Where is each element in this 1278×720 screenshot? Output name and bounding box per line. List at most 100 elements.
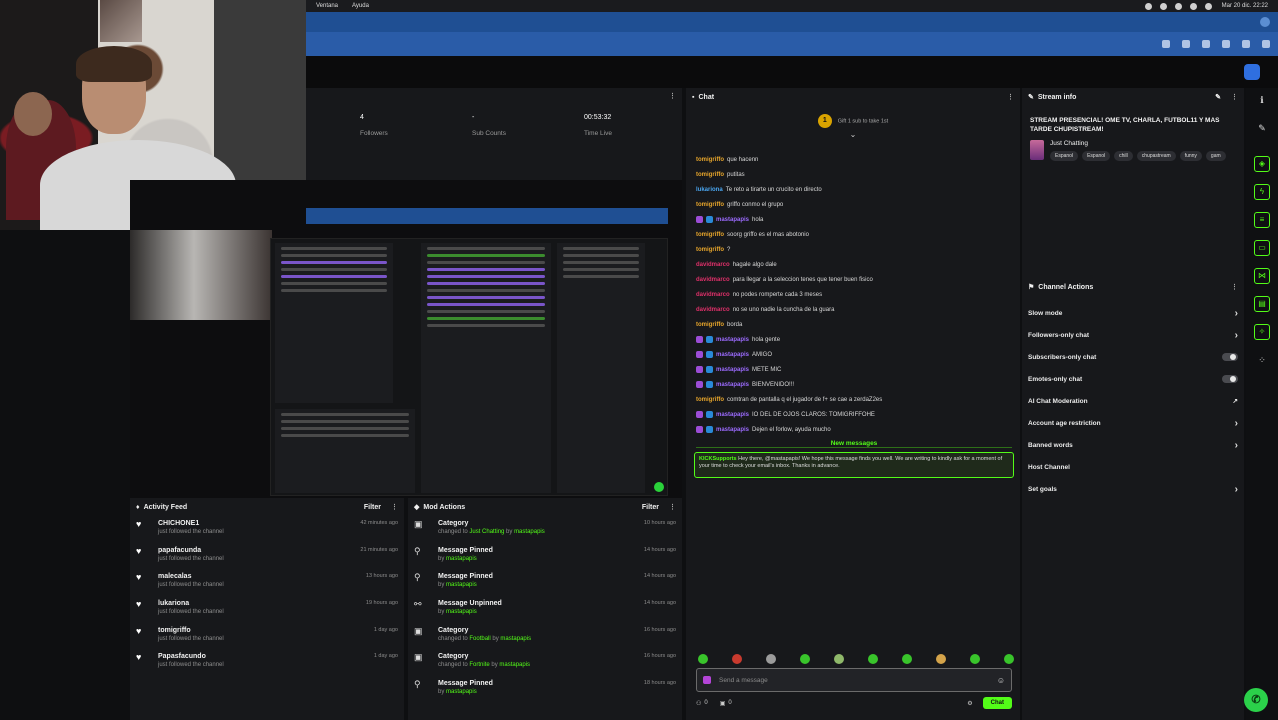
- chat-message[interactable]: mastapapis BIENVENIDO!!!: [696, 377, 1016, 392]
- chat-username[interactable]: davidmarco: [696, 307, 730, 313]
- chat-username[interactable]: mastapapis: [716, 412, 749, 418]
- extension-icon[interactable]: [1182, 40, 1190, 48]
- chat-message[interactable]: davidmarco para llegar a la seleccion ten…: [696, 272, 1016, 287]
- chat-username[interactable]: mastapapis: [716, 367, 749, 373]
- chat-message[interactable]: tomigriffo griffo conmo el grupo: [696, 197, 1016, 212]
- menu-ventana[interactable]: Ventana: [316, 3, 338, 9]
- mod-action-user[interactable]: mastapapis: [446, 582, 477, 588]
- chat-message[interactable]: tomigriffo borda: [696, 317, 1016, 332]
- channel-action-item[interactable]: Emotes-only chat: [1022, 368, 1244, 390]
- chat-username[interactable]: tomigriffo: [696, 202, 724, 208]
- channel-action-item[interactable]: Subscribers-only chat: [1022, 346, 1244, 368]
- chat-username[interactable]: tomigriffo: [696, 157, 724, 163]
- mod-action-target[interactable]: Football: [469, 636, 490, 642]
- emote-icon[interactable]: [800, 654, 810, 664]
- chat-username[interactable]: mastapapis: [716, 217, 749, 223]
- stream-tag[interactable]: gam: [1205, 151, 1226, 161]
- stream-tag[interactable]: chupastream: [1136, 151, 1176, 161]
- follower-name[interactable]: lukariona: [158, 600, 366, 607]
- more-options-icon[interactable]: ⋮: [669, 503, 676, 511]
- channel-action-item[interactable]: Slow mode ›: [1022, 302, 1244, 324]
- emote-icon[interactable]: [902, 654, 912, 664]
- stream-preview[interactable]: [130, 180, 682, 498]
- emote-icon[interactable]: [732, 654, 742, 664]
- toggle-switch[interactable]: [1222, 375, 1238, 383]
- chart-icon[interactable]: ↗: [1233, 397, 1238, 405]
- more-options-icon[interactable]: ⋮: [391, 503, 398, 511]
- stream-tag[interactable]: funny: [1179, 151, 1202, 161]
- chat-username[interactable]: mastapapis: [716, 382, 749, 388]
- chat-username[interactable]: davidmarco: [696, 277, 730, 283]
- browser-address-bar[interactable]: [306, 32, 1278, 56]
- new-messages-divider[interactable]: New messages: [696, 440, 1012, 448]
- emote-icon[interactable]: [834, 654, 844, 664]
- chevron-right-icon[interactable]: ›: [1235, 440, 1238, 451]
- activity-item[interactable]: ♥ tomigriffo just followed the channel 1 da…: [130, 623, 404, 650]
- pencil-icon[interactable]: ✎: [1256, 122, 1268, 134]
- wrench-icon[interactable]: ✧: [1254, 324, 1270, 340]
- chat-username[interactable]: tomigriffo: [696, 397, 724, 403]
- gift-icon[interactable]: ▣: [720, 700, 726, 707]
- channel-action-item[interactable]: Set goals ›: [1022, 478, 1244, 500]
- profile-icon[interactable]: [1262, 40, 1270, 48]
- list-icon[interactable]: ≡: [1254, 212, 1270, 228]
- split-icon[interactable]: ⋈: [1254, 268, 1270, 284]
- chat-message[interactable]: davidmarco no se uno nadie la cuncha de l…: [696, 302, 1016, 317]
- chevron-right-icon[interactable]: ›: [1235, 308, 1238, 319]
- chat-message[interactable]: tomigriffo soorg griffo es el mas abotoni…: [696, 227, 1016, 242]
- shield-icon[interactable]: ◈: [1254, 156, 1270, 172]
- chevron-right-icon[interactable]: ›: [1235, 484, 1238, 495]
- chevron-down-icon[interactable]: ⌄: [686, 130, 1020, 139]
- chat-message[interactable]: mastapapis IO DEL DE OJOS CLAROS: TOMIGRI…: [696, 407, 1016, 422]
- chat-username[interactable]: tomigriffo: [696, 232, 724, 238]
- chat-message[interactable]: mastapapis hola: [696, 212, 1016, 227]
- chat-message[interactable]: tomigriffo putitas: [696, 167, 1016, 182]
- chat-username[interactable]: davidmarco: [696, 262, 730, 268]
- chat-username[interactable]: mastapapis: [716, 352, 749, 358]
- follower-name[interactable]: malecalas: [158, 573, 366, 580]
- chat-message[interactable]: davidmarco no podes romperte cada 3 meses: [696, 287, 1016, 302]
- chat-message[interactable]: mastapapis hola gente: [696, 332, 1016, 347]
- follower-name[interactable]: Papasfacundo: [158, 653, 374, 660]
- emote-icon[interactable]: [936, 654, 946, 664]
- apps-icon[interactable]: ⁘: [1256, 354, 1268, 366]
- chat-username[interactable]: davidmarco: [696, 292, 730, 298]
- activity-item[interactable]: ♥ Papasfacundo just followed the channel 1 …: [130, 649, 404, 676]
- channel-action-item[interactable]: Host Channel: [1022, 456, 1244, 478]
- chat-message[interactable]: mastapapis AMIGO: [696, 347, 1016, 362]
- status-icon[interactable]: [1174, 2, 1182, 10]
- emote-icon[interactable]: [766, 654, 776, 664]
- mod-action-user[interactable]: mastapapis: [499, 662, 530, 668]
- chevron-right-icon[interactable]: ›: [1235, 418, 1238, 429]
- emote-icon[interactable]: [868, 654, 878, 664]
- menu-ayuda[interactable]: Ayuda: [352, 3, 369, 9]
- chat-send-button[interactable]: Chat: [982, 697, 1012, 709]
- chevron-right-icon[interactable]: ›: [1235, 330, 1238, 341]
- settings-icon[interactable]: ⚙: [967, 700, 972, 707]
- chat-username[interactable]: tomigriffo: [696, 247, 724, 253]
- mod-action-user[interactable]: mastapapis: [446, 609, 477, 615]
- more-options-icon[interactable]: ⋮: [1231, 93, 1238, 101]
- more-options-icon[interactable]: ⋮: [1231, 283, 1238, 291]
- stream-tag[interactable]: chill: [1114, 151, 1133, 161]
- channel-action-item[interactable]: AI Chat Moderation ↗: [1022, 390, 1244, 412]
- emoji-icon[interactable]: ☺: [997, 676, 1005, 685]
- pinned-gift-banner[interactable]: 1 Gift 1 sub to take 1st ⌄: [686, 114, 1020, 140]
- emote-icon[interactable]: [698, 654, 708, 664]
- info-icon[interactable]: ℹ: [1256, 94, 1268, 106]
- chat-message[interactable]: tomigriffo?: [696, 242, 1016, 257]
- edit-icon[interactable]: ✎: [1215, 93, 1221, 101]
- channel-action-item[interactable]: Followers-only chat ›: [1022, 324, 1244, 346]
- channel-action-item[interactable]: Banned words ›: [1022, 434, 1244, 456]
- bolt-icon[interactable]: ϟ: [1254, 184, 1270, 200]
- viewers-icon[interactable]: ⚇: [696, 700, 701, 707]
- more-options-icon[interactable]: ⋮: [1007, 93, 1014, 101]
- window-icon[interactable]: ▤: [1254, 296, 1270, 312]
- chat-message[interactable]: davidmarco hagale algo dale: [696, 257, 1016, 272]
- chat-bubble-icon[interactable]: ▭: [1254, 240, 1270, 256]
- bot-username[interactable]: KICKSupports: [699, 456, 737, 462]
- toggle-switch[interactable]: [1222, 353, 1238, 361]
- chat-message[interactable]: lukariona Te reto a tirarte un crucito en…: [696, 182, 1016, 197]
- star-icon[interactable]: [1162, 40, 1170, 48]
- wifi-icon[interactable]: [1189, 2, 1197, 10]
